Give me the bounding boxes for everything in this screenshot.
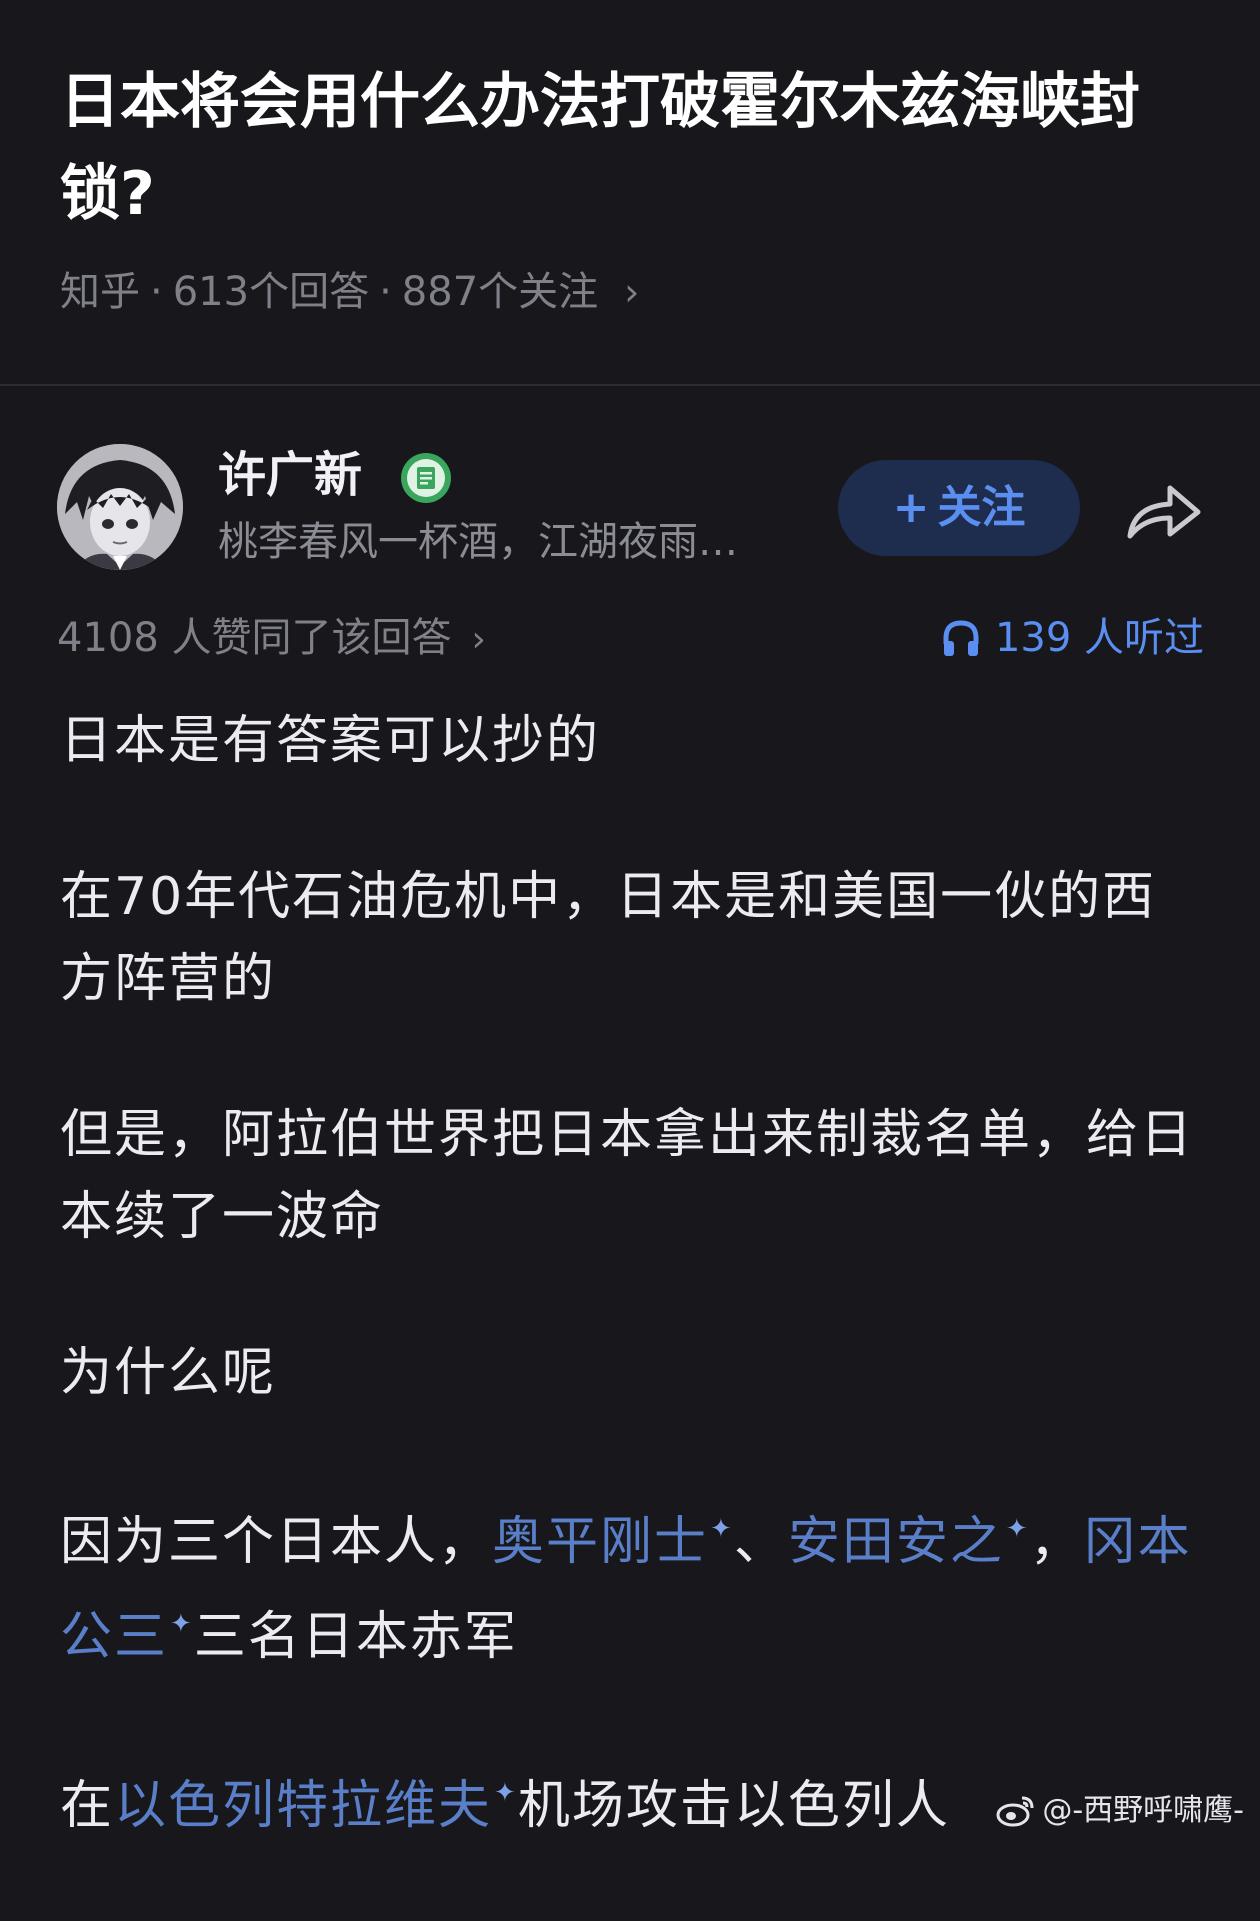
certified-badge-icon — [401, 453, 451, 503]
question-header: 日本将会用什么办法打破霍尔木兹海峡封锁? 知乎 · 613个回答 · 887个关… — [0, 0, 1260, 384]
divider — [0, 384, 1260, 386]
watermark-text: @-西野呼啸鹰- — [1042, 1793, 1244, 1828]
answer-content: 日本是有答案可以抄的 在70年代石油危机中，日本是和美国一伙的西方阵营的 但是，… — [60, 700, 1210, 1921]
question-meta[interactable]: 知乎 · 613个回答 · 887个关注 › — [60, 262, 639, 322]
sparkle-icon: ✦ — [170, 1609, 194, 1639]
listen-count-label: 139 人听过 — [994, 615, 1204, 661]
sparkle-icon: ✦ — [494, 1778, 518, 1808]
entity-link-okudaira[interactable]: 奥平刚士 — [492, 1512, 708, 1572]
follow-count: 887个关注 — [401, 269, 599, 315]
text-segment: 在 — [60, 1776, 115, 1836]
sparkle-icon: ✦ — [710, 1514, 734, 1544]
listen-count[interactable]: 139 人听过 — [941, 606, 1204, 670]
entity-link-tel-aviv[interactable]: 以色列特拉维夫 — [114, 1776, 492, 1836]
text-segment: 、 — [733, 1512, 788, 1572]
follow-label: 关注 — [937, 482, 1026, 533]
avatar[interactable] — [57, 444, 183, 570]
chevron-right-icon: › — [471, 619, 486, 660]
text-segment: ， — [1029, 1512, 1084, 1572]
share-arrow-icon[interactable] — [1124, 476, 1204, 542]
plus-icon: + — [892, 482, 930, 533]
meta-separator: · — [379, 269, 392, 315]
author-bio: 桃李春风一杯酒，江湖夜雨… — [218, 519, 738, 565]
paragraph: 在70年代石油危机中，日本是和美国一伙的西方阵营的 — [60, 867, 1157, 1009]
author-row: 许广新 桃李春风一杯酒，江湖夜雨… + 关注 — [0, 432, 1260, 582]
paragraph: 因为三个日本人，奥平刚士✦、安田安之✦，冈本公三✦三名日本赤军 — [60, 1488, 1210, 1678]
chevron-right-icon: › — [624, 270, 640, 314]
approval-count-link[interactable]: 4108 人赞同了该回答 › — [57, 606, 486, 672]
author-name[interactable]: 许广新 — [218, 442, 362, 508]
source-label: 知乎 — [60, 269, 140, 315]
weibo-logo-icon — [996, 1796, 1034, 1827]
headphones-icon — [943, 620, 979, 656]
entity-link-yasuda[interactable]: 安田安之 — [788, 1512, 1004, 1572]
paragraph: 为什么呢 — [60, 1343, 277, 1403]
follow-button[interactable]: + 关注 — [838, 460, 1080, 556]
text-segment: 三名日本赤军 — [193, 1607, 518, 1667]
approval-count: 4108 人赞同了该回答 — [57, 615, 452, 661]
meta-separator: · — [150, 269, 163, 315]
text-segment: 机场攻击以色列人 — [517, 1776, 950, 1836]
watermark: @-西野呼啸鹰- — [996, 1791, 1244, 1831]
text-segment: 因为三个日本人， — [60, 1512, 493, 1572]
answer-count: 613个回答 — [172, 269, 370, 315]
stats-row: 4108 人赞同了该回答 › 139 人听过 — [0, 606, 1260, 670]
question-title[interactable]: 日本将会用什么办法打破霍尔木兹海峡封锁? — [60, 56, 1210, 240]
paragraph: 但是，阿拉伯世界把日本拿出来制裁名单，给日本续了一波命 — [60, 1105, 1195, 1247]
sparkle-icon: ✦ — [1005, 1514, 1030, 1544]
paragraph: 日本是有答案可以抄的 — [60, 711, 601, 771]
